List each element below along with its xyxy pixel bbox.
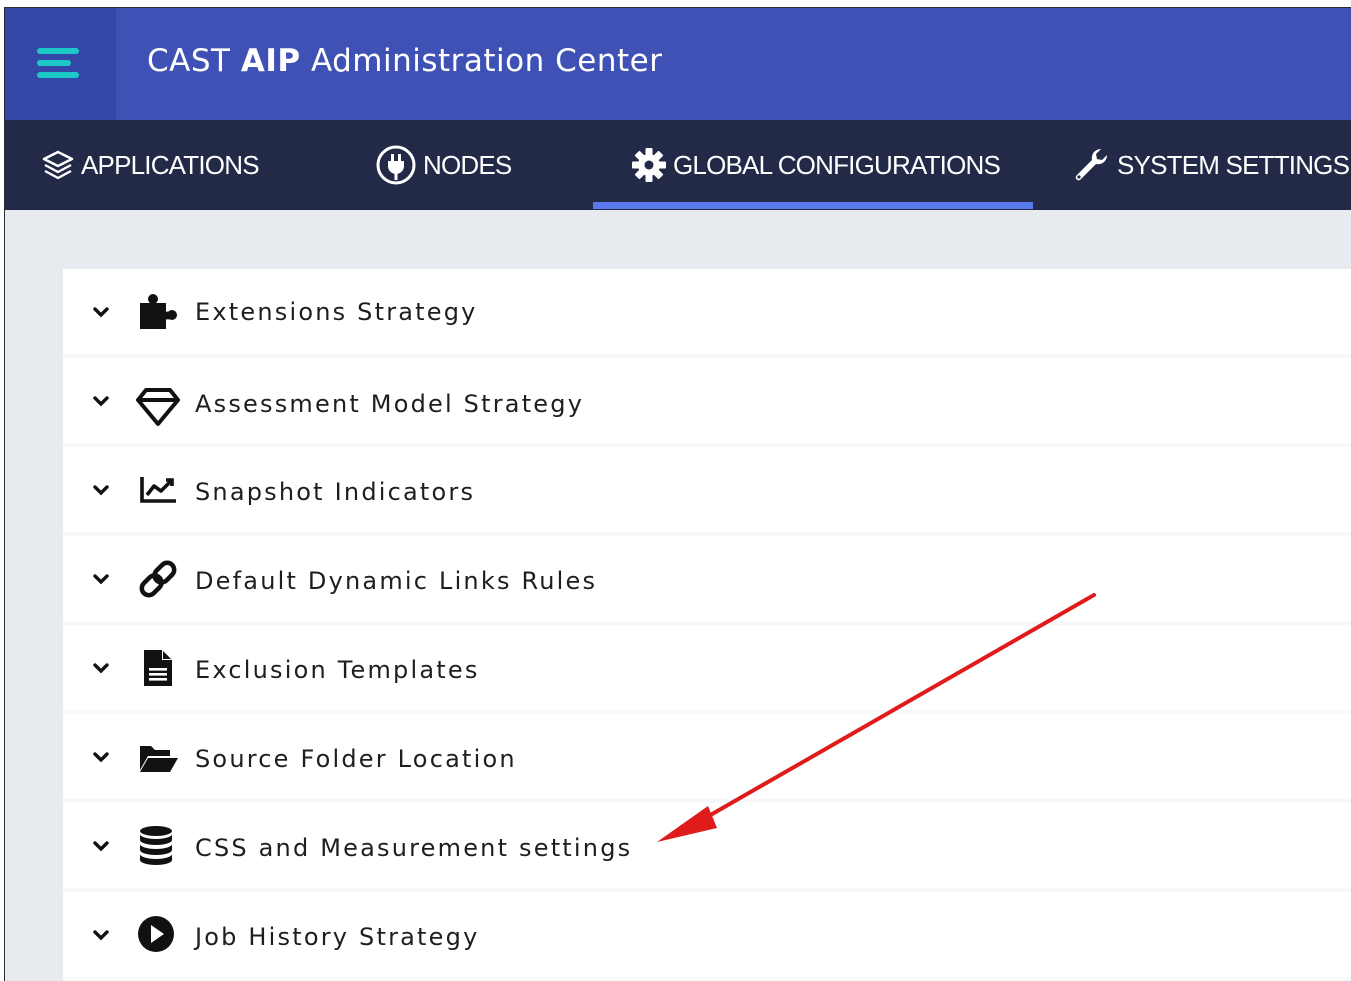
chevron-down-icon[interactable]: [93, 841, 109, 853]
section-label: Assessment Model Strategy: [195, 390, 585, 418]
section-extensions-strategy[interactable]: Extensions Strategy: [63, 269, 1351, 354]
global-config-panel: Extensions Strategy Assessment Model Str…: [63, 269, 1351, 981]
chevron-down-icon[interactable]: [93, 307, 109, 319]
play-circle-icon: [138, 916, 174, 952]
line-chart-icon: [140, 477, 176, 503]
app-header: CAST AIP Administration Center: [5, 8, 1351, 120]
section-default-dynamic-links-rules[interactable]: Default Dynamic Links Rules: [63, 536, 1351, 621]
app-window: CAST AIP Administration Center APPLICATI…: [4, 7, 1351, 981]
active-tab-indicator: [593, 202, 1033, 209]
section-source-folder-location[interactable]: Source Folder Location: [63, 714, 1351, 799]
tab-system-settings[interactable]: SYSTEM SETTINGS: [1071, 120, 1350, 210]
file-text-icon: [144, 650, 172, 686]
app-title-brand: AIP: [240, 43, 301, 79]
tab-nodes-label: NODES: [423, 149, 512, 180]
section-label: Source Folder Location: [195, 745, 517, 773]
main-nav: APPLICATIONS NODES GLOBAL CONFIGURATIONS…: [5, 120, 1351, 210]
app-title: CAST AIP Administration Center: [147, 38, 662, 84]
tab-system-settings-label: SYSTEM SETTINGS: [1117, 149, 1350, 180]
link-icon: [139, 560, 177, 598]
section-label: CSS and Measurement settings: [195, 834, 633, 862]
section-exclusion-templates[interactable]: Exclusion Templates: [63, 625, 1351, 710]
section-label: Default Dynamic Links Rules: [195, 567, 598, 595]
folder-open-icon: [140, 746, 178, 772]
puzzle-piece-icon: [140, 294, 177, 329]
tab-global-configurations[interactable]: GLOBAL CONFIGURATIONS: [631, 120, 1001, 210]
tab-applications-label: APPLICATIONS: [81, 149, 260, 180]
gear-icon: [632, 148, 666, 182]
section-assessment-model-strategy[interactable]: Assessment Model Strategy: [63, 358, 1351, 443]
section-label: Job History Strategy: [195, 923, 480, 951]
tab-nodes[interactable]: NODES: [375, 120, 512, 210]
plug-icon: [376, 145, 416, 185]
chevron-down-icon[interactable]: [93, 574, 109, 586]
chevron-down-icon[interactable]: [93, 396, 109, 408]
section-css-and-measurement-settings[interactable]: CSS and Measurement settings: [63, 803, 1351, 888]
database-icon: [140, 826, 172, 865]
app-title-prefix: CAST: [147, 43, 231, 79]
app-title-suffix: Administration Center: [310, 43, 663, 79]
chevron-down-icon[interactable]: [93, 752, 109, 764]
hamburger-menu-button[interactable]: [5, 8, 116, 120]
wrench-icon: [1075, 148, 1108, 181]
section-snapshot-indicators[interactable]: Snapshot Indicators: [63, 447, 1351, 532]
diamond-icon: [136, 388, 180, 426]
chevron-down-icon[interactable]: [93, 663, 109, 675]
section-label: Extensions Strategy: [195, 298, 478, 326]
chevron-down-icon[interactable]: [93, 930, 109, 942]
chevron-down-icon[interactable]: [93, 485, 109, 497]
tab-applications[interactable]: APPLICATIONS: [41, 120, 260, 210]
section-label: Snapshot Indicators: [195, 478, 476, 506]
section-label: Exclusion Templates: [195, 656, 480, 684]
section-job-history-strategy[interactable]: Job History Strategy: [63, 892, 1351, 977]
tab-global-configurations-label: GLOBAL CONFIGURATIONS: [673, 149, 1001, 180]
layers-icon: [42, 150, 74, 180]
